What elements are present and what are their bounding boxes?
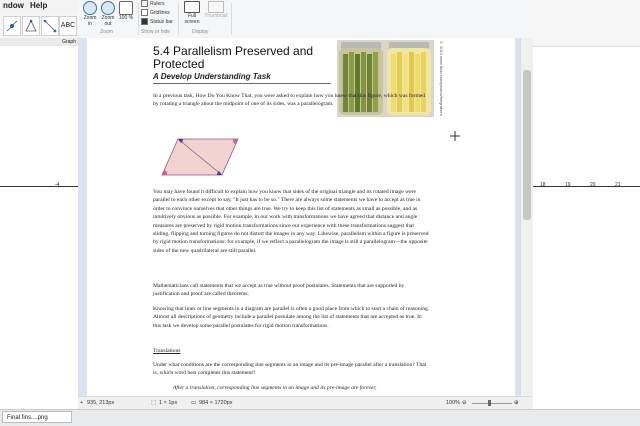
monitor-icon	[184, 1, 200, 13]
taskbar-item-file[interactable]: Final fins....png	[2, 411, 72, 423]
geogebra-menubar: ndow Help	[0, 0, 78, 13]
paragraph-definitions: Mathematicians call statements that we a…	[153, 283, 405, 298]
paragraph-translation-question: Under what conditions are the correspond…	[153, 362, 427, 377]
checkbox-checked	[141, 18, 148, 25]
gridlines-checkbox[interactable]: Gridlines	[141, 9, 170, 16]
checkbox-box	[141, 0, 148, 7]
zoom-slider[interactable]	[472, 403, 512, 404]
text-tool[interactable]: ABC	[59, 16, 77, 36]
magnifier-minus-icon	[101, 1, 115, 15]
geogebra-toolbar: ABC	[0, 13, 78, 39]
zoom-level: 100%	[446, 400, 461, 406]
x-axis-right	[533, 186, 640, 187]
full-screen-button[interactable]: Full screen	[181, 0, 203, 25]
paragraph-postulates-intro: You may have found it difficult to expla…	[153, 189, 429, 254]
polygon-tool-icon[interactable]	[22, 16, 40, 36]
title-underline	[153, 83, 331, 84]
zoom-in-small-icon[interactable]: ⊕	[514, 400, 519, 406]
axis-tick-label: 21	[615, 182, 621, 188]
point-tool-icon[interactable]	[3, 16, 21, 36]
percent-icon	[119, 1, 133, 15]
paragraph-translation-statement: After a translation, corresponding line …	[173, 385, 377, 391]
menu-window[interactable]: ndow	[3, 1, 24, 10]
axis-tick-label: 20	[590, 182, 596, 188]
thumbnail-icon	[208, 1, 224, 13]
taskbar	[0, 409, 640, 426]
graphics-view-left[interactable]	[0, 46, 78, 398]
paragraph-parallel-postulate: Knowing that lines or line segments in a…	[153, 306, 430, 329]
parallelogram-figure	[160, 135, 240, 179]
transform-tool-icon[interactable]	[41, 16, 59, 36]
page-subtitle: A Develop Understanding Task	[153, 72, 271, 81]
thumbnail-button[interactable]: Thumbnail	[203, 0, 229, 19]
axis-tick-label: 18	[540, 182, 546, 188]
ribbon-separator	[231, 3, 232, 35]
zoom-100-button[interactable]: 100 %	[117, 0, 135, 21]
photo-credit: © 2013 www.flickr.com/photos/thegrabers	[439, 40, 444, 116]
zoom-group-label: Zoom	[100, 29, 113, 35]
zoom-in-button[interactable]: Zoom in	[81, 0, 99, 27]
axis-tick-label: -4	[55, 182, 60, 188]
checkbox-box	[141, 9, 148, 16]
zoom-slider-thumb[interactable]	[488, 400, 491, 406]
selection-icon: ⬚	[151, 400, 157, 406]
x-axis-left	[0, 186, 78, 187]
graphics-view-right[interactable]	[533, 0, 640, 398]
right-window-toolbar	[533, 0, 640, 47]
image-size-icon: ▭	[191, 400, 197, 406]
selection-size: 1 × 1px	[159, 400, 178, 406]
paint-ribbon: Zoom in Zoom out 100 % Zoom Rulers Gridl…	[78, 0, 533, 39]
paragraph-intro: In a previous task, How Do You Know That…	[153, 93, 426, 108]
section-heading-translations: Translations	[153, 348, 181, 354]
magnifier-plus-icon	[83, 1, 97, 15]
axis-tick-label: 19	[565, 182, 571, 188]
zoom-out-button[interactable]: Zoom out	[99, 0, 117, 27]
ribbon-separator	[178, 3, 179, 35]
crosshair-icon: +	[80, 400, 84, 406]
scrollbar-thumb[interactable]	[523, 70, 531, 220]
crosshair-cursor-icon	[450, 128, 460, 141]
ribbon-separator	[138, 3, 139, 35]
show-hide-group-label: Show or hide	[141, 29, 171, 35]
paint-status-bar: + 935, 213px ⬚ 1 × 1px ▭ 984 × 1720px 10…	[78, 396, 533, 410]
menu-help[interactable]: Help	[30, 1, 47, 10]
cursor-position: 935, 213px	[87, 400, 115, 406]
zoom-out-small-icon[interactable]: ⊖	[462, 400, 467, 406]
rulers-checkbox[interactable]: Rulers	[141, 0, 164, 7]
page-title: 5.4 Parallelism Preserved and Protected	[153, 44, 314, 71]
display-group-label: Display	[192, 29, 209, 35]
image-size: 984 × 1720px	[199, 400, 233, 406]
status-bar-checkbox[interactable]: Status bar	[141, 18, 173, 25]
